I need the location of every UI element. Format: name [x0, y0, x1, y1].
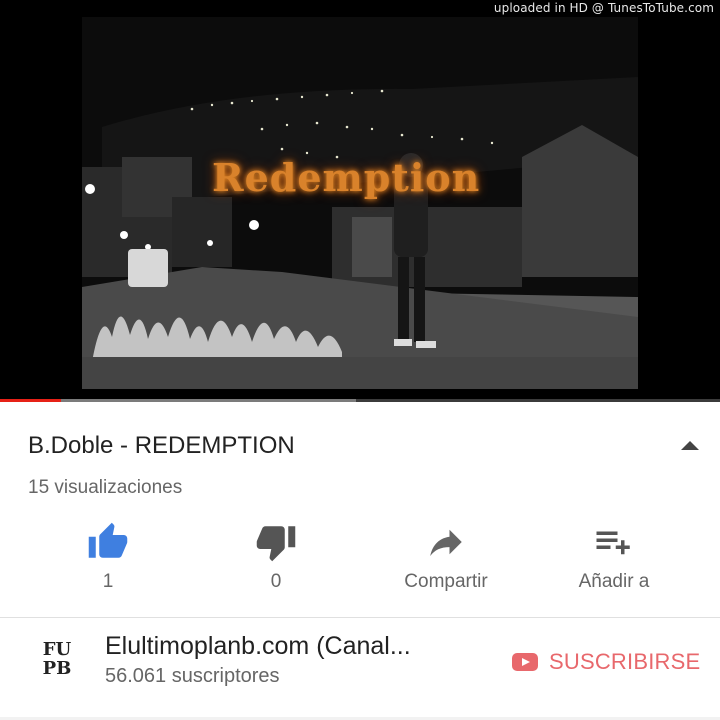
add-to-playlist-button[interactable]: Añadir a — [530, 521, 698, 601]
share-button[interactable]: Compartir — [362, 521, 530, 601]
collapse-details-icon[interactable] — [681, 441, 699, 450]
subscribe-button[interactable]: SUSCRIBIRSE — [512, 649, 700, 675]
video-frame[interactable]: Redemption — [82, 17, 638, 389]
channel-name[interactable]: Elultimoplanb.com (Canal... — [105, 632, 411, 661]
video-scene-image — [82, 17, 638, 389]
dislike-count: 0 — [270, 571, 282, 592]
channel-logo-text: FU PB — [42, 639, 72, 679]
dislike-button[interactable]: 0 — [192, 521, 360, 601]
share-label: Compartir — [404, 571, 488, 592]
overlay-title-text: Redemption — [212, 155, 481, 200]
view-count: 15 visualizaciones — [28, 477, 183, 498]
thumbs-up-icon — [88, 522, 128, 558]
watermark-text: uploaded in HD @ TunesToTube.com — [493, 1, 714, 15]
share-icon — [430, 529, 462, 556]
add-to-label: Añadir a — [578, 571, 650, 592]
like-button[interactable]: 1 — [24, 521, 192, 601]
video-player[interactable]: uploaded in HD @ TunesToTube.com Redempt… — [0, 0, 720, 402]
thumbs-down-icon — [256, 526, 296, 562]
subscriber-count: 56.061 suscriptores — [105, 665, 280, 687]
video-info-panel: B.Doble - REDEMPTION 15 visualizaciones … — [0, 403, 720, 720]
video-title: B.Doble - REDEMPTION — [28, 432, 295, 459]
youtube-play-icon — [512, 653, 538, 671]
divider — [0, 617, 720, 618]
like-count: 1 — [102, 571, 114, 592]
progress-played — [0, 399, 62, 402]
add-to-playlist-icon — [596, 531, 630, 555]
progress-bar[interactable] — [0, 399, 720, 402]
channel-avatar[interactable]: FU PB — [40, 640, 74, 680]
subscribe-label: SUSCRIBIRSE — [549, 649, 701, 674]
